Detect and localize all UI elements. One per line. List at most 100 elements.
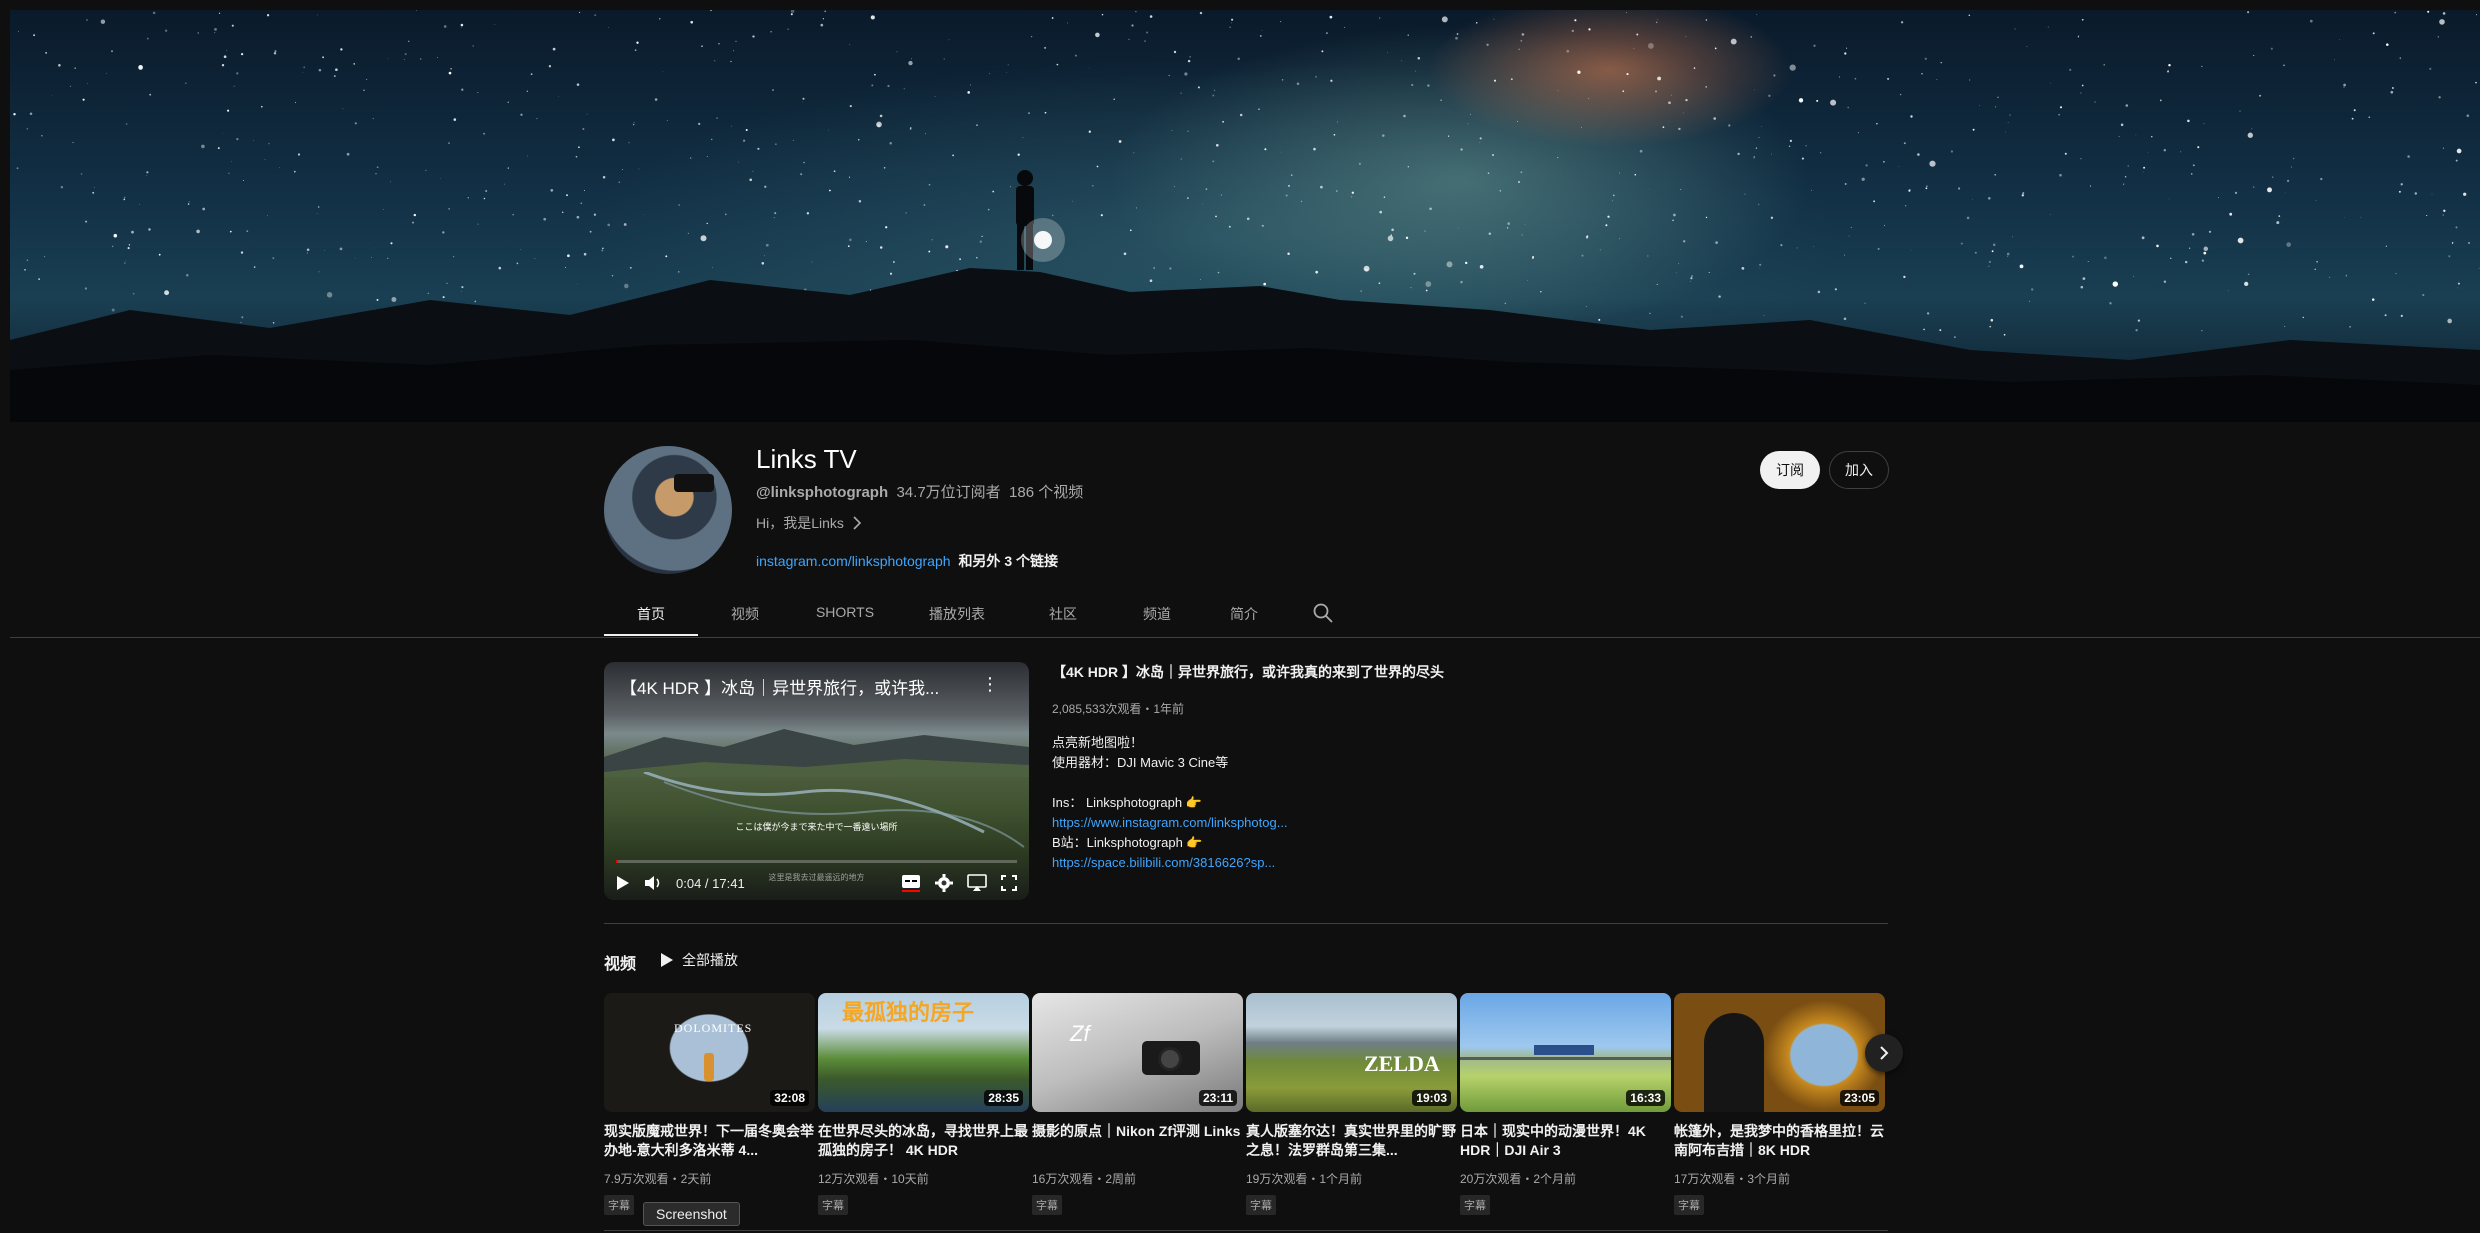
player-overlay-title[interactable]: 【4K HDR 】冰岛｜异世界旅行，或许我... <box>620 674 939 699</box>
tab-home[interactable]: 首页 <box>604 596 698 636</box>
instagram-url-link[interactable]: https://www.instagram.com/linksphotog... <box>1052 813 1288 833</box>
video-title[interactable]: 日本｜现实中的动漫世界！4K HDR｜DJI Air 3 <box>1460 1122 1671 1160</box>
star <box>2059 173 2062 177</box>
star <box>1405 236 1409 240</box>
star <box>152 11 156 15</box>
star <box>976 124 978 126</box>
volume-icon[interactable] <box>644 875 662 891</box>
video-card[interactable]: DOLOMITES 32:08 现实版魔戒世界！下一届冬奥会举办地-意大利多洛米… <box>604 993 815 1215</box>
star <box>1517 121 1519 122</box>
star <box>125 123 128 125</box>
featured-video-title[interactable]: 【4K HDR 】冰岛｜异世界旅行，或许我真的来到了世界的尽头 <box>1052 662 1444 682</box>
video-thumbnail[interactable]: 23:05 <box>1674 993 1885 1112</box>
tab-playlists[interactable]: 播放列表 <box>898 596 1016 636</box>
star <box>252 140 254 142</box>
video-thumbnail[interactable]: DOLOMITES 32:08 <box>604 993 815 1112</box>
tab-videos[interactable]: 视频 <box>698 596 792 636</box>
video-title[interactable]: 在世界尽头的冰岛，寻找世界上最孤独的房子！ 4K HDR <box>818 1122 1029 1160</box>
channel-description[interactable]: Hi，我是Links <box>756 513 862 533</box>
star <box>1585 306 1587 307</box>
more-vert-icon[interactable]: ⋮ <box>981 674 999 695</box>
star <box>124 262 126 264</box>
video-thumbnail[interactable]: 16:33 <box>1460 993 1671 1112</box>
tab-community[interactable]: 社区 <box>1016 596 1110 636</box>
star <box>1448 135 1450 137</box>
play-icon[interactable] <box>616 875 630 891</box>
star <box>1441 16 1448 23</box>
star <box>2247 11 2250 14</box>
video-title[interactable]: 真人版塞尔达！真实世界里的旷野之息！法罗群岛第三集... <box>1246 1122 1457 1160</box>
star <box>1056 63 1059 66</box>
video-title[interactable]: 现实版魔戒世界！下一届冬奥会举办地-意大利多洛米蒂 4... <box>604 1122 815 1160</box>
star <box>1571 29 1575 33</box>
bilibili-url-link[interactable]: https://space.bilibili.com/3816626?sp... <box>1052 853 1288 873</box>
star <box>1758 137 1760 138</box>
star <box>164 290 170 296</box>
video-card[interactable]: ZELDA 19:03 真人版塞尔达！真实世界里的旷野之息！法罗群岛第三集...… <box>1246 993 1457 1215</box>
star <box>2286 242 2291 247</box>
star <box>905 212 907 214</box>
video-thumbnail[interactable]: 最孤独的房子 28:35 <box>818 993 1029 1112</box>
star <box>2112 281 2119 287</box>
more-links[interactable]: 和另外 3 个链接 <box>958 553 1058 569</box>
star <box>1968 14 1971 16</box>
star <box>2284 192 2286 193</box>
fullscreen-icon[interactable] <box>1001 875 1017 891</box>
video-title[interactable]: 摄影的原点｜Nikon Zf评测 Links <box>1032 1122 1243 1160</box>
play-all-button[interactable]: 全部播放 <box>660 950 738 970</box>
tab-shorts[interactable]: SHORTS <box>792 596 898 636</box>
star <box>80 173 83 175</box>
star <box>959 258 962 261</box>
star <box>1713 117 1717 120</box>
star <box>1796 247 1798 249</box>
airplay-icon[interactable] <box>967 874 987 892</box>
featured-video-player[interactable]: 【4K HDR 】冰岛｜异世界旅行，或许我... ⋮ ここは僕が今まで来た中で一… <box>604 662 1029 900</box>
star <box>2353 109 2356 112</box>
star <box>1091 184 1094 187</box>
star <box>1908 189 1911 192</box>
instagram-link[interactable]: instagram.com/linksphotograph <box>756 553 951 569</box>
star <box>730 125 732 127</box>
star <box>879 114 883 118</box>
video-card[interactable]: 最孤独的房子 28:35 在世界尽头的冰岛，寻找世界上最孤独的房子！ 4K HD… <box>818 993 1029 1215</box>
video-card[interactable]: 23:05 帐篷外，是我梦中的香格里拉！云南阿布吉措｜8K HDR 17万次观看… <box>1674 993 1885 1215</box>
star <box>1403 114 1406 118</box>
star <box>221 64 225 67</box>
star <box>507 167 509 169</box>
channel-avatar[interactable] <box>604 446 732 574</box>
video-title[interactable]: 帐篷外，是我梦中的香格里拉！云南阿布吉措｜8K HDR <box>1674 1122 1885 1160</box>
star <box>60 185 64 189</box>
star <box>240 52 244 56</box>
star <box>589 230 592 233</box>
star <box>1493 18 1495 20</box>
video-card[interactable]: 16:33 日本｜现实中的动漫世界！4K HDR｜DJI Air 3 20万次观… <box>1460 993 1671 1215</box>
star <box>461 88 464 91</box>
tab-channels[interactable]: 频道 <box>1110 596 1204 636</box>
star <box>293 170 296 173</box>
shelf-title[interactable]: 视频 <box>604 950 636 974</box>
progress-bar[interactable] <box>616 860 1017 863</box>
join-button[interactable]: 加入 <box>1829 451 1889 489</box>
star <box>1857 132 1859 134</box>
tab-about[interactable]: 简介 <box>1204 596 1284 636</box>
star <box>1101 13 1104 16</box>
video-card[interactable]: Zf 23:11 摄影的原点｜Nikon Zf评测 Links 16万次观看・2… <box>1032 993 1243 1215</box>
subtitles-icon[interactable] <box>901 874 921 892</box>
search-icon[interactable] <box>1312 602 1336 626</box>
star <box>1200 279 1201 280</box>
settings-gear-icon[interactable] <box>935 874 953 892</box>
star <box>1820 152 1822 154</box>
star <box>1526 280 1528 281</box>
star <box>2203 246 2209 252</box>
star <box>2429 67 2432 70</box>
star <box>800 173 803 176</box>
star <box>1805 145 1807 147</box>
video-thumbnail[interactable]: ZELDA 19:03 <box>1246 993 1457 1112</box>
video-thumbnail[interactable]: Zf 23:11 <box>1032 993 1243 1112</box>
shelf-next-button[interactable] <box>1865 1034 1903 1072</box>
star <box>87 83 88 84</box>
star <box>735 40 737 42</box>
star <box>1088 130 1091 133</box>
subscribe-button[interactable]: 订阅 <box>1760 451 1820 489</box>
star <box>1427 84 1430 87</box>
